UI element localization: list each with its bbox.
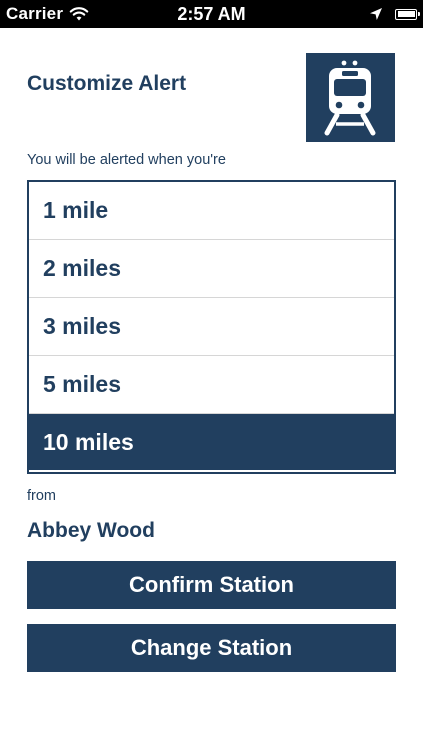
status-bar: Carrier 2:57 AM xyxy=(0,0,423,28)
alert-prompt: You will be alerted when you're xyxy=(27,152,226,168)
status-time: 2:57 AM xyxy=(177,4,246,24)
distance-option-5-miles[interactable]: 5 miles xyxy=(29,356,394,414)
distance-option-2-miles[interactable]: 2 miles xyxy=(29,240,394,298)
status-right xyxy=(369,0,420,28)
change-station-button[interactable]: Change Station xyxy=(27,624,396,672)
battery-icon xyxy=(395,8,420,20)
distance-option-10-miles[interactable]: 10 miles xyxy=(29,414,394,472)
page-title: Customize Alert xyxy=(27,72,187,95)
distance-option-1-mile[interactable]: 1 mile xyxy=(29,182,394,240)
confirm-station-button[interactable]: Confirm Station xyxy=(27,561,396,609)
distance-list[interactable]: 1 mile 2 miles 3 miles 5 miles 10 miles xyxy=(27,180,396,474)
train-icon xyxy=(306,53,395,142)
distance-option-3-miles[interactable]: 3 miles xyxy=(29,298,394,356)
location-arrow-icon xyxy=(370,8,382,20)
station-name: Abbey Wood xyxy=(27,519,155,542)
from-label: from xyxy=(27,488,56,504)
